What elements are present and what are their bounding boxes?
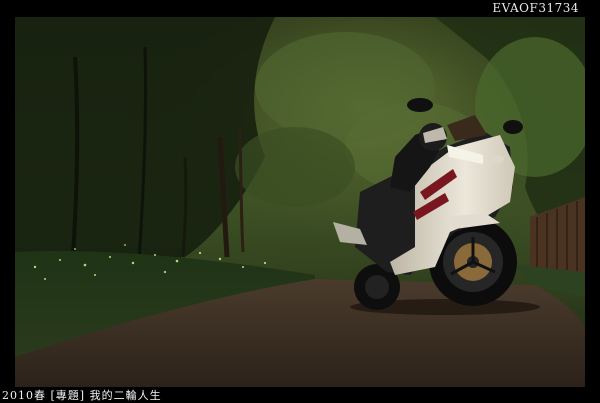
watermark-text: EVAOF31734 xyxy=(492,1,579,15)
photo-image xyxy=(15,17,585,387)
photo-frame: EVAOF31734 2010春 [專題] 我的二輪人生 xyxy=(0,0,600,403)
caption-text: 2010春 [專題] 我的二輪人生 xyxy=(2,389,162,402)
forest-road-scene xyxy=(15,17,585,387)
